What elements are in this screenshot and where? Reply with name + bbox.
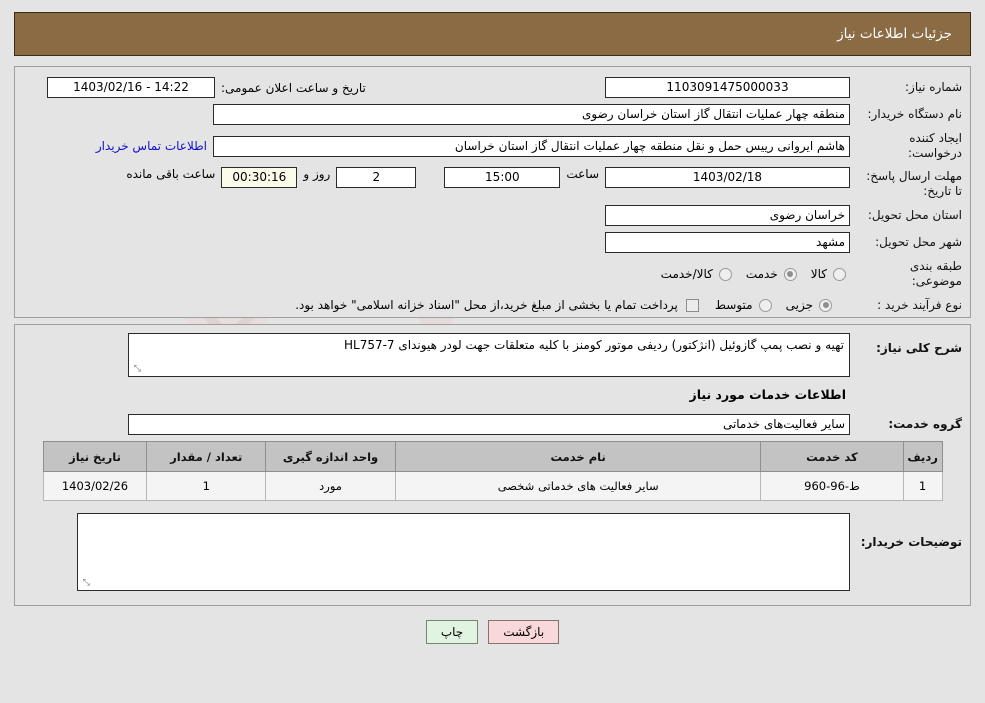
table-row: 1 ط-96-960 سایر فعالیت های خدماتی شخصی م… <box>42 471 943 501</box>
resize-grip-icon-notes[interactable] <box>80 579 90 589</box>
page-header: جزئیات اطلاعات نیاز <box>14 12 971 56</box>
summary-label: شرح کلی نیاز: <box>876 341 962 355</box>
city-label: شهر محل تحویل: <box>875 235 962 249</box>
province-field: خراسان رضوی <box>605 205 850 226</box>
buyer-notes-textarea[interactable] <box>77 513 850 591</box>
province-label: استان محل تحویل: <box>867 208 962 222</box>
back-button[interactable]: بازگشت <box>488 620 560 644</box>
treasury-bonds-checkbox[interactable] <box>685 298 699 312</box>
radio-process-minor-label: جزیی <box>785 298 813 312</box>
deadline-label: مهلت ارسال پاسخ: تا تاریخ: <box>866 169 962 198</box>
row-delivery-province: استان محل تحویل: خراسان رضوی <box>23 205 962 226</box>
creator-field: هاشم ایروانی رییس حمل و نقل منطقه چهار ع… <box>213 135 850 157</box>
row-request-creator: ایجاد کننده درخواست: هاشم ایروانی رییس ح… <box>23 131 962 161</box>
cell-service-code: ط-96-960 <box>760 471 904 501</box>
services-table: ردیف کد خدمت نام خدمت واحد اندازه گیری ت… <box>42 441 943 501</box>
category-label: طبقه بندی موضوعی: <box>909 259 962 288</box>
row-need-summary: شرح کلی نیاز: تهیه و نصب پمپ گازوئیل (ان… <box>23 333 962 377</box>
need-number-label: شماره نیاز: <box>905 80 962 94</box>
row-delivery-city: شهر محل تحویل: مشهد <box>23 232 962 253</box>
radio-process-minor[interactable] <box>819 298 832 312</box>
cell-need-date: 1403/02/26 <box>42 471 148 501</box>
row-need-number: شماره نیاز: 1103091475000033 تاریخ و ساع… <box>23 77 962 98</box>
days-and-label: روز و <box>303 167 331 181</box>
action-buttons: بازگشت چاپ <box>0 620 985 644</box>
row-response-deadline: مهلت ارسال پاسخ: تا تاریخ: 1403/02/18 سا… <box>23 167 962 199</box>
cell-unit: مورد <box>264 471 397 501</box>
countdown-field: 00:30:16 <box>221 167 298 188</box>
cell-row-number: 1 <box>902 471 943 501</box>
page-title: جزئیات اطلاعات نیاز <box>837 26 952 42</box>
th-row-number: ردیف <box>902 441 943 472</box>
hour-label: ساعت <box>566 167 599 181</box>
page-root: جزئیات اطلاعات نیاز شماره نیاز: 11030914… <box>0 12 985 644</box>
announce-label: تاریخ و ساعت اعلان عمومی: <box>221 80 366 95</box>
buyer-contact-link[interactable]: اطلاعات تماس خریدار <box>90 139 213 153</box>
row-service-group: گروه خدمت: سایر فعالیت‌های خدماتی <box>23 414 962 435</box>
row-purchase-process: نوع فرآیند خرید : جزیی متوسط پرداخت تمام… <box>23 295 962 315</box>
table-header-row: ردیف کد خدمت نام خدمت واحد اندازه گیری ت… <box>42 441 943 472</box>
deadline-date-field: 1403/02/18 <box>605 167 850 188</box>
days-left-field: 2 <box>336 167 417 188</box>
announce-datetime-field: 14:22 - 1403/02/16 <box>47 77 215 98</box>
radio-process-medium[interactable] <box>758 298 772 312</box>
city-field: مشهد <box>605 232 850 253</box>
creator-label: ایجاد کننده درخواست: <box>908 131 962 160</box>
th-service-code: کد خدمت <box>760 441 904 472</box>
remaining-label: ساعت باقی مانده <box>126 167 216 181</box>
cell-service-name: سایر فعالیت های خدماتی شخصی <box>395 471 762 501</box>
th-need-date: تاریخ نیاز <box>42 441 148 472</box>
deadline-time-field: 15:00 <box>444 167 561 188</box>
buyer-notes-label: توضیحات خریدار: <box>860 535 962 549</box>
print-button[interactable]: چاپ <box>425 620 479 644</box>
buyer-org-field: منطقه چهار عملیات انتقال گاز استان خراسا… <box>213 104 850 125</box>
radio-category-goods[interactable] <box>833 267 846 281</box>
row-buyer-notes: توضیحات خریدار: <box>23 513 962 591</box>
radio-process-medium-label: متوسط <box>714 298 753 312</box>
row-buyer-org: نام دستگاه خریدار: منطقه چهار عملیات انت… <box>23 104 962 125</box>
services-heading: اطلاعات خدمات مورد نیاز <box>689 387 847 402</box>
need-number-field: 1103091475000033 <box>605 77 850 98</box>
radio-category-service[interactable] <box>783 267 797 281</box>
process-label: نوع فرآیند خرید : <box>877 297 962 312</box>
summary-text: تهیه و نصب پمپ گازوئیل (انژکتور) ردیفی م… <box>343 338 844 352</box>
radio-category-goods-label: کالا <box>810 267 827 281</box>
cell-quantity: 1 <box>146 471 266 501</box>
radio-category-service-label: خدمت <box>745 267 778 281</box>
treasury-bonds-note: پرداخت تمام یا بخشی از مبلغ خرید،از محل … <box>295 298 678 312</box>
service-group-field: سایر فعالیت‌های خدماتی <box>128 414 850 435</box>
resize-grip-icon[interactable] <box>131 365 141 375</box>
general-info-panel: شماره نیاز: 1103091475000033 تاریخ و ساع… <box>14 66 971 318</box>
radio-category-goods-service-label: کالا/خدمت <box>660 267 713 281</box>
buyer-org-label: نام دستگاه خریدار: <box>867 107 963 121</box>
th-service-name: نام خدمت <box>395 441 762 472</box>
summary-textarea[interactable]: تهیه و نصب پمپ گازوئیل (انژکتور) ردیفی م… <box>128 333 850 377</box>
row-subject-category: طبقه بندی موضوعی: کالا خدمت کالا/خدمت <box>23 259 962 289</box>
th-unit: واحد اندازه گیری <box>264 441 397 472</box>
need-details-panel: شرح کلی نیاز: تهیه و نصب پمپ گازوئیل (ان… <box>14 324 971 606</box>
th-quantity: تعداد / مقدار <box>146 441 266 472</box>
service-group-label: گروه خدمت: <box>888 417 962 431</box>
radio-category-goods-service[interactable] <box>718 267 732 281</box>
